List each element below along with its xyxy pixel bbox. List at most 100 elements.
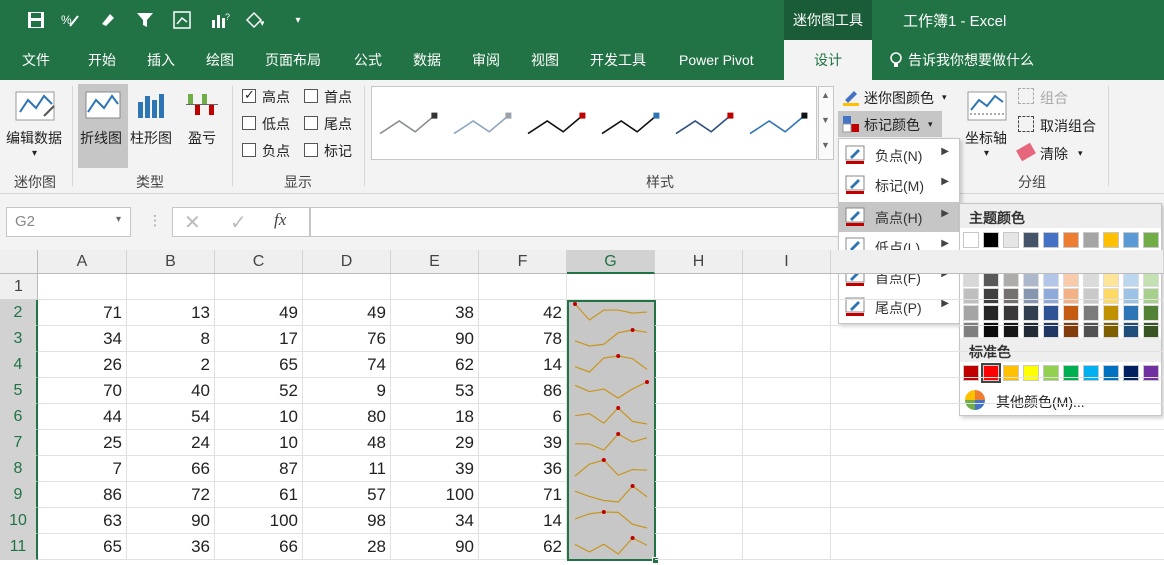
table-cell[interactable]: 36 [127,534,215,560]
table-cell[interactable] [655,378,743,404]
table-cell[interactable]: 49 [303,300,391,326]
row-header-1[interactable]: 1 [0,274,38,300]
row-header-3[interactable]: 3 [0,326,38,352]
column-header-b[interactable]: B [127,250,215,274]
table-cell[interactable]: 100 [215,508,303,534]
table-cell[interactable]: 62 [391,352,479,378]
clear-button[interactable]: 清除 [1040,144,1068,164]
row-header-7[interactable]: 7 [0,430,38,456]
first-point-checkbox[interactable] [304,89,318,103]
winloss-chart-icon[interactable] [184,88,222,122]
table-cell[interactable] [831,482,1164,508]
table-cell[interactable] [831,352,1164,378]
table-cell[interactable] [743,352,831,378]
table-cell[interactable] [567,274,655,300]
tab-home[interactable]: 开始 [88,40,116,80]
tab-power-pivot[interactable]: Power Pivot [679,40,754,80]
table-cell[interactable]: 9 [303,378,391,404]
table-cell[interactable] [831,508,1164,534]
table-cell[interactable]: 14 [479,352,567,378]
table-cell[interactable]: 13 [127,300,215,326]
winloss-type-button[interactable]: 盈亏 [188,128,216,148]
table-cell[interactable]: 34 [38,326,127,352]
tab-page-layout[interactable]: 页面布局 [265,40,321,80]
high-point-checkbox[interactable] [242,87,256,103]
theme-color-swatch[interactable] [1023,232,1039,248]
table-cell[interactable] [831,456,1164,482]
tab-data[interactable]: 数据 [413,40,441,80]
table-cell[interactable]: 53 [391,378,479,404]
table-cell[interactable]: 34 [391,508,479,534]
marker-menu-item-0[interactable]: 负点(N) ▶ [839,140,959,170]
table-cell[interactable]: 76 [303,326,391,352]
row-header-8[interactable]: 8 [0,456,38,482]
table-cell[interactable]: 65 [215,352,303,378]
table-cell[interactable]: 62 [479,534,567,560]
table-cell[interactable]: 100 [391,482,479,508]
column-header-h[interactable]: H [655,250,743,274]
row-header-11[interactable]: 11 [0,534,38,560]
theme-color-swatch[interactable] [1083,232,1099,248]
table-cell[interactable] [655,456,743,482]
format-painter-icon[interactable] [98,10,118,30]
table-cell[interactable]: 80 [303,404,391,430]
table-cell[interactable]: 71 [38,300,127,326]
markers-checkbox[interactable] [304,143,318,157]
table-cell[interactable]: 72 [127,482,215,508]
theme-color-swatch[interactable] [1103,232,1119,248]
table-cell[interactable]: 11 [303,456,391,482]
sparkline-color-button[interactable]: 迷你图颜色 [864,88,934,108]
ungroup-button[interactable]: 取消组合 [1040,116,1096,136]
column-header-d[interactable]: D [303,250,391,274]
table-cell[interactable]: 10 [215,404,303,430]
table-cell[interactable]: 87 [215,456,303,482]
table-cell[interactable] [743,456,831,482]
low-point-checkbox[interactable] [242,116,256,130]
table-cell[interactable]: 29 [391,430,479,456]
table-cell[interactable] [655,430,743,456]
table-cell[interactable]: 26 [38,352,127,378]
table-cell[interactable]: 42 [479,300,567,326]
edit-data-icon[interactable] [14,88,58,124]
gallery-more-icon[interactable]: ▼ [821,140,830,150]
table-cell[interactable] [743,300,831,326]
table-cell[interactable] [743,404,831,430]
table-cell[interactable] [831,274,1164,300]
save-icon[interactable] [26,10,46,30]
table-cell[interactable]: 10 [215,430,303,456]
tell-me-search[interactable]: 告诉我你想要做什么 [908,40,1034,80]
tab-file[interactable]: 文件 [22,40,50,80]
table-cell[interactable] [479,274,567,300]
table-cell[interactable]: 86 [38,482,127,508]
table-cell[interactable]: 70 [38,378,127,404]
qat-more-icon[interactable]: ▾ [288,10,308,30]
table-cell[interactable]: 78 [479,326,567,352]
tab-review[interactable]: 审阅 [472,40,500,80]
table-cell[interactable] [743,508,831,534]
table-cell[interactable]: 57 [303,482,391,508]
table-cell[interactable]: 44 [38,404,127,430]
table-cell[interactable]: 18 [391,404,479,430]
table-cell[interactable] [655,508,743,534]
table-cell[interactable]: 39 [479,430,567,456]
filter-icon[interactable] [135,10,155,30]
gallery-up-icon[interactable]: ▲ [821,90,830,100]
theme-color-swatch[interactable] [963,232,979,248]
marker-menu-item-1[interactable]: 标记(M) ▶ [839,170,959,200]
table-cell[interactable]: 17 [215,326,303,352]
sparkline-color-dropdown-icon[interactable]: ▾ [942,92,947,103]
table-cell[interactable]: 90 [391,326,479,352]
table-cell[interactable]: 24 [127,430,215,456]
table-cell[interactable]: 49 [215,300,303,326]
theme-color-swatch[interactable] [1143,232,1159,248]
table-cell[interactable] [831,326,1164,352]
table-cell[interactable] [743,482,831,508]
style-thumbnail-line[interactable] [675,114,731,135]
table-cell[interactable] [655,352,743,378]
table-cell[interactable] [391,274,479,300]
table-cell[interactable] [743,430,831,456]
table-cell[interactable] [831,430,1164,456]
column-header-f[interactable]: F [479,250,567,274]
column-header-a[interactable]: A [38,250,127,274]
table-cell[interactable] [655,534,743,560]
